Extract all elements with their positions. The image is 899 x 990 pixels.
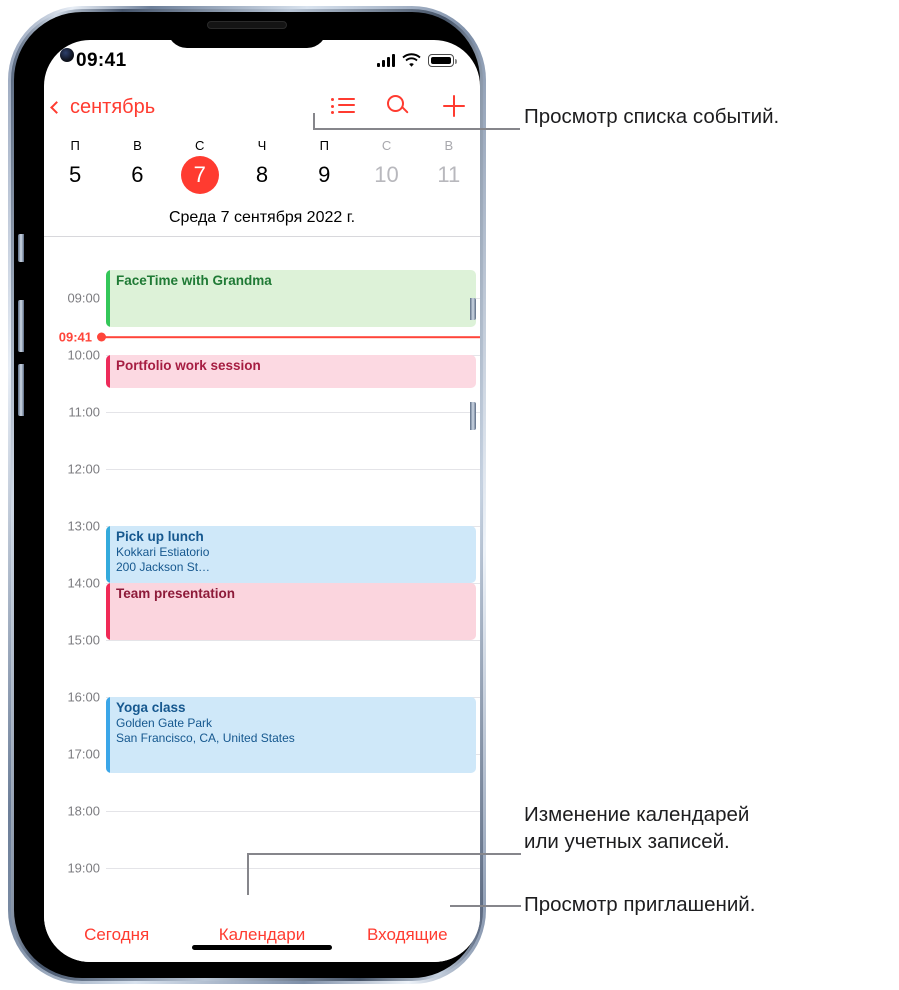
event-location: Kokkari Estiatorio: [116, 545, 210, 559]
hour-gridline: [106, 811, 480, 812]
event-list-icon[interactable]: [331, 96, 355, 116]
event-color-bar: [106, 583, 110, 640]
day-timeline-grid[interactable]: 09:00 10:00 11:00 12:00 13:00 14:00 15:00 16:00…: [44, 237, 480, 909]
status-bar-clock: 09:41: [76, 50, 127, 71]
hour-label: 09:00: [67, 290, 100, 306]
hour-gridline: [106, 640, 480, 641]
calendars-button[interactable]: Календари: [189, 925, 334, 945]
hour-label: 18:00: [67, 803, 100, 819]
home-indicator[interactable]: [192, 945, 332, 950]
callout-text-calendars: Изменение календарей или учетных записей…: [524, 803, 750, 853]
phone-screen: 09:41 сентябрь П В С Ч П С В 5 6 7 8 9 1…: [44, 40, 480, 962]
current-time-label: 09:41: [58, 329, 92, 345]
screenshot-root: 09:41 сентябрь П В С Ч П С В 5 6 7 8 9 1…: [0, 0, 899, 990]
side-button[interactable]: [470, 402, 476, 430]
weekday-label: В: [444, 138, 454, 153]
inbox-button[interactable]: Входящие: [335, 925, 480, 945]
bottom-toolbar: Сегодня Календари Входящие: [44, 908, 480, 962]
hour-label: 12:00: [67, 461, 100, 477]
front-camera-icon: [60, 48, 74, 62]
week-strip: П В С Ч П С В 5 6 7 8 9 10 11: [44, 136, 480, 216]
calendar-event[interactable]: Yoga class Golden Gate Park San Francisco,…: [106, 697, 476, 773]
search-icon[interactable]: [387, 94, 410, 118]
volume-down-button[interactable]: [18, 364, 24, 416]
event-color-bar: [106, 355, 110, 389]
event-title: Portfolio work session: [116, 358, 261, 373]
weekday-label: С: [195, 138, 205, 153]
hour-label: 13:00: [67, 518, 100, 534]
event-address: 200 Jackson St…: [116, 560, 211, 574]
week-date-cell-7[interactable]: 7: [169, 153, 231, 197]
current-time-line: [102, 336, 480, 338]
back-button-label: сентябрь: [70, 96, 156, 118]
week-date-row: 5 6 7 8 9 10 11: [44, 153, 480, 197]
callout-line-calendars-vertical: [247, 853, 249, 895]
calendar-event[interactable]: Portfolio work session: [106, 355, 476, 389]
event-location: Golden Gate Park: [116, 716, 213, 730]
weekday-label: П: [319, 138, 329, 153]
plus-icon[interactable]: [442, 94, 466, 118]
volume-up-button[interactable]: [18, 300, 24, 352]
event-title: Team presentation: [116, 586, 236, 601]
hour-label: 19:00: [67, 860, 100, 876]
event-title: FaceTime with Grandma: [116, 272, 272, 288]
week-date-cell-5[interactable]: 5: [44, 153, 106, 197]
event-title: Yoga class: [116, 700, 186, 715]
weekday-label: П: [70, 138, 80, 153]
back-to-month-button[interactable]: сентябрь: [50, 96, 155, 119]
callout-line-event-list-vertical: [313, 113, 315, 129]
hour-label: 17:00: [67, 746, 100, 762]
calendar-event[interactable]: Pick up lunch Kokkari Estiatorio 200 Jacks…: [106, 526, 476, 583]
callout-line-event-list-horizontal: [313, 128, 520, 130]
hour-label: 16:00: [67, 689, 100, 705]
side-button-top[interactable]: [470, 298, 476, 320]
callout-text-inbox: Просмотр приглашений.: [524, 893, 756, 916]
hour-label: 14:00: [67, 575, 100, 591]
weekday-label: Ч: [257, 138, 267, 153]
hour-label: 10:00: [67, 347, 100, 363]
weekday-label: В: [133, 138, 142, 153]
weekday-label: С: [381, 138, 392, 153]
calendar-event[interactable]: FaceTime with Grandma: [106, 269, 476, 327]
status-bar-indicators: [377, 53, 457, 67]
battery-full-icon: [428, 54, 457, 67]
nav-bar-actions: [331, 94, 466, 118]
device-notch: [167, 18, 327, 48]
weekday-header-row: ПВСЧПСВ: [44, 136, 480, 153]
calendar-event[interactable]: Team presentation: [106, 583, 476, 640]
hour-gridline: [106, 412, 480, 413]
callout-line-inbox-horizontal: [450, 905, 521, 907]
hour-gridline: [106, 868, 480, 869]
callout-line-calendars-horizontal: [247, 853, 521, 855]
event-address: San Francisco, CA, United States: [116, 731, 295, 745]
event-color-bar: [106, 269, 110, 327]
event-title: Pick up lunch: [116, 529, 204, 544]
event-color-bar: [106, 697, 110, 773]
wifi-icon: [402, 53, 421, 67]
earpiece-speaker: [207, 21, 287, 29]
hour-gridline: [106, 469, 480, 470]
selected-day-title: Среда 7 сентября 2022 г.: [168, 209, 356, 226]
cellular-signal-icon: [377, 54, 395, 67]
current-time-dot: [97, 332, 106, 342]
week-date-cell-10[interactable]: 10: [355, 153, 417, 197]
week-date-cell-9[interactable]: 9: [293, 153, 355, 197]
iphone-device-frame: 09:41 сентябрь П В С Ч П С В 5 6 7 8 9 1…: [8, 6, 486, 984]
week-date-cell-11[interactable]: 11: [418, 153, 480, 197]
week-date-cell-8[interactable]: 8: [231, 153, 293, 197]
mute-switch[interactable]: [18, 234, 24, 262]
chevron-left-icon: [50, 101, 63, 114]
week-date-cell-6[interactable]: 6: [106, 153, 168, 197]
device-bezel: 09:41 сентябрь П В С Ч П С В 5 6 7 8 9 1…: [14, 12, 480, 978]
hour-label: 11:00: [68, 404, 100, 420]
hour-label: 15:00: [67, 632, 100, 648]
event-color-bar: [106, 526, 110, 583]
callout-text-event-list: Просмотр списка событий.: [524, 105, 780, 128]
today-button[interactable]: Сегодня: [44, 925, 189, 945]
